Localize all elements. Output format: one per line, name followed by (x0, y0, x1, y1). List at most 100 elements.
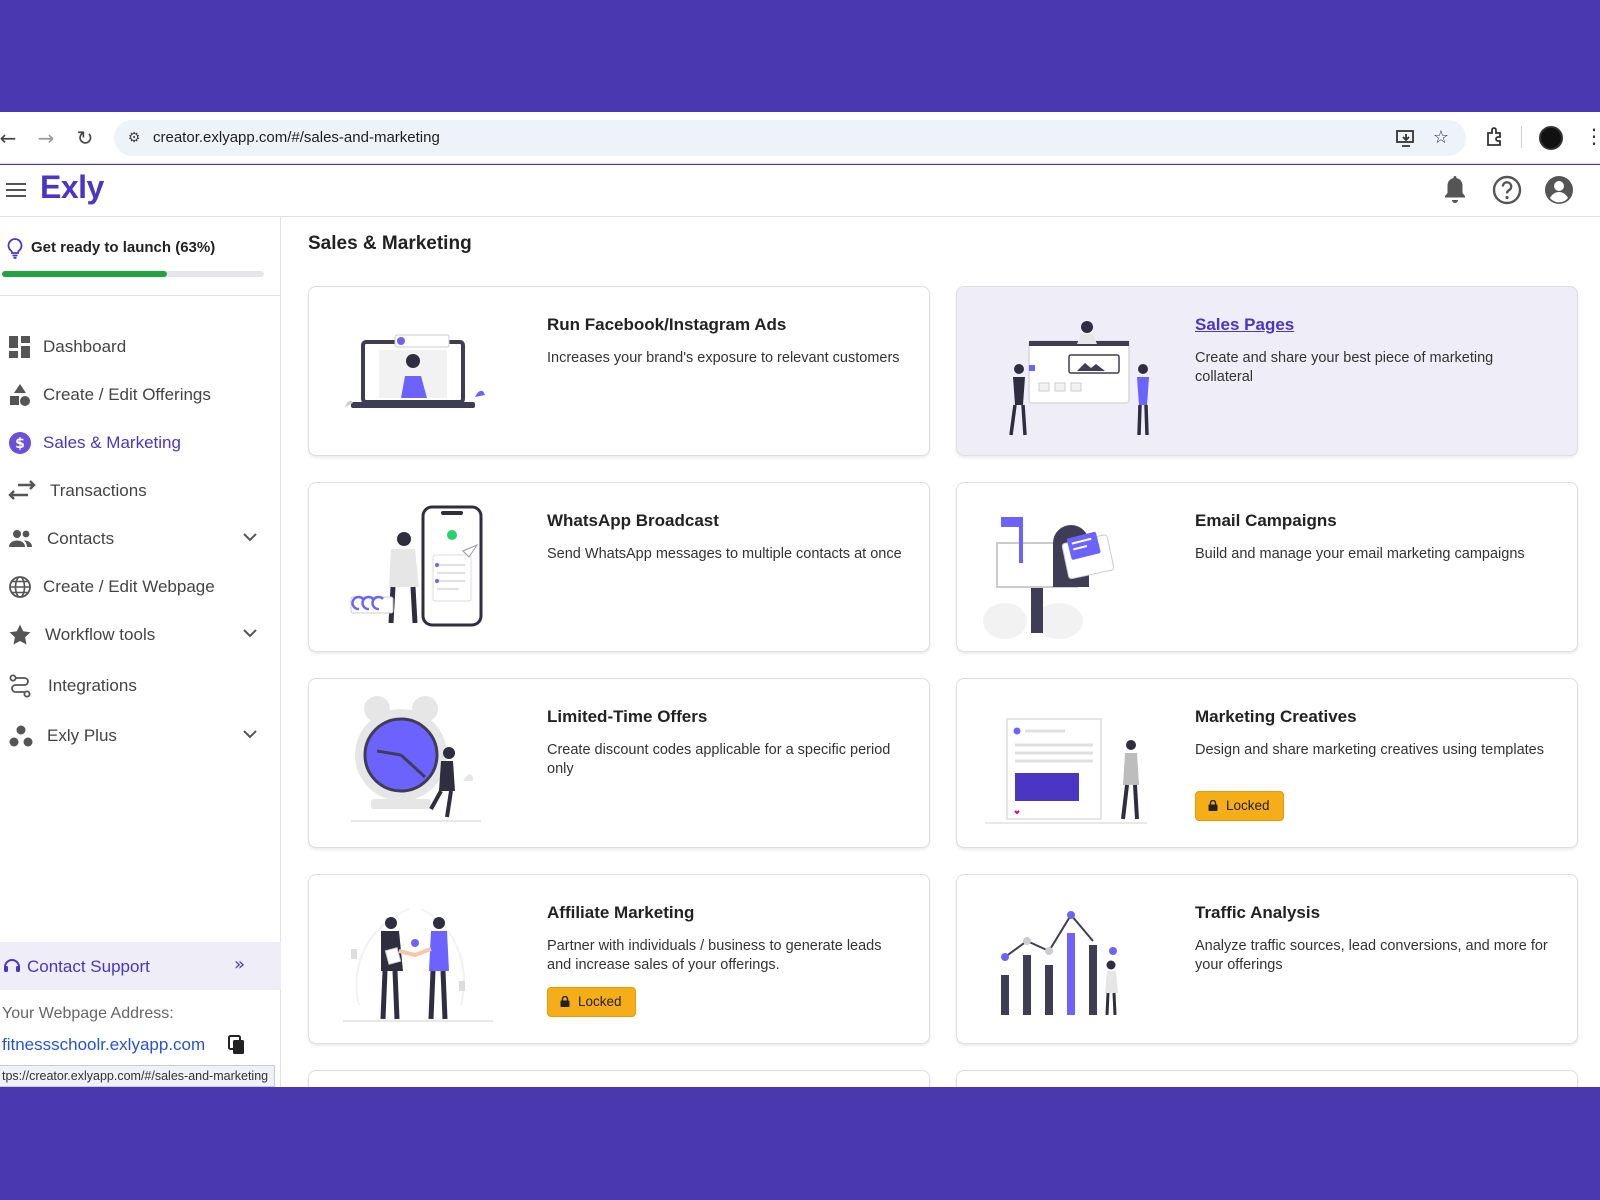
hamburger-menu-icon[interactable] (6, 183, 26, 199)
sidebar-item-label: Exly Plus (47, 726, 117, 745)
sidebar-item-label: Transactions (50, 481, 147, 500)
route-icon (9, 674, 31, 698)
card-description: Build and manage your email marketing ca… (1195, 546, 1525, 562)
mailbox-illustration (983, 517, 1115, 639)
double-chevron-right-icon: » (234, 954, 246, 975)
brand-logo[interactable]: Exly (40, 169, 104, 206)
card-marketing-creatives[interactable]: Marketing Creatives Design and share mar… (956, 678, 1578, 848)
extensions-icon[interactable] (1483, 125, 1507, 149)
chevron-down-icon[interactable] (242, 529, 258, 545)
locked-badge-label: Locked (1226, 798, 1270, 813)
handshake-illustration (343, 908, 493, 1022)
card-email-campaigns[interactable]: Email Campaigns Build and manage your em… (956, 482, 1578, 652)
card-traffic-analysis[interactable]: Traffic Analysis Analyze traffic sources… (956, 874, 1578, 1044)
card-title: Run Facebook/Instagram Ads (547, 315, 787, 334)
card-title: Limited-Time Offers (547, 707, 708, 726)
sidebar-item-label: Integrations (48, 676, 137, 695)
lock-icon (1208, 800, 1218, 811)
sidebar-item-webpage[interactable]: Create / Edit Webpage (0, 567, 281, 607)
copy-icon[interactable] (228, 1035, 246, 1055)
forward-arrow-icon[interactable]: → (34, 126, 58, 150)
account-avatar-icon[interactable] (1542, 173, 1576, 207)
swap-arrows-icon (8, 480, 36, 500)
card-sales-pages[interactable]: Sales Pages Create and share your best p… (956, 286, 1578, 456)
browser-profile-avatar[interactable] (1539, 126, 1563, 150)
page-title: Sales & Marketing (308, 233, 472, 254)
sidebar: Get ready to launch (63%) Dashboard Crea… (0, 217, 281, 1087)
lock-icon (560, 996, 570, 1007)
contact-support-label: Contact Support (27, 957, 150, 976)
phone-broadcast-illustration (350, 505, 483, 627)
bar-chart-illustration (1001, 911, 1118, 1016)
card-facebook-ads[interactable]: Run Facebook/Instagram Ads Increases you… (308, 286, 930, 456)
lightbulb-icon (7, 238, 23, 259)
address-bar[interactable]: ⚙ creator.exlyapp.com/#/sales-and-market… (114, 120, 1466, 156)
sidebar-item-exly-plus[interactable]: Exly Plus (0, 716, 281, 756)
link-status-bar: tps://creator.exlyapp.com/#/sales-and-ma… (0, 1065, 276, 1087)
sidebar-item-label: Workflow tools (45, 625, 156, 644)
card-description: Partner with individuals / business to g… (547, 938, 882, 973)
chevron-down-icon[interactable] (242, 625, 258, 641)
card-partial[interactable] (956, 1070, 1578, 1087)
card-limited-time-offers[interactable]: Limited-Time Offers Create discount code… (308, 678, 930, 848)
dots-cluster-icon (9, 725, 33, 747)
reload-icon[interactable]: ↻ (73, 126, 97, 150)
launch-label: Get ready to launch (63%) (31, 239, 216, 256)
dollar-icon: $ (9, 432, 31, 454)
dashboard-icon (9, 336, 30, 358)
toolbar-separator (1521, 126, 1522, 148)
shapes-icon (10, 384, 30, 406)
site-settings-icon[interactable]: ⚙ (124, 128, 144, 148)
sidebar-item-offerings[interactable]: Create / Edit Offerings (0, 375, 281, 415)
contact-support-button[interactable]: Contact Support » (0, 942, 281, 990)
sidebar-item-label: Contacts (47, 529, 115, 548)
sidebar-item-label: Create / Edit Offerings (43, 385, 211, 404)
card-description: Design and share marketing creatives usi… (1195, 742, 1544, 758)
browser-menu-icon[interactable]: ⋮ (1584, 124, 1600, 148)
sales-page-illustration (1009, 321, 1149, 436)
card-title-link[interactable]: Sales Pages (1195, 315, 1294, 335)
sidebar-item-contacts[interactable]: Contacts (0, 519, 281, 559)
card-description: Create and share your best piece of mark… (1195, 350, 1494, 385)
webpage-address-link[interactable]: fitnessschoolr.exlyapp.com (2, 1035, 210, 1055)
svg-text:$: $ (15, 436, 25, 452)
webpage-address-label: Your Webpage Address: (2, 1005, 174, 1022)
card-title: Email Campaigns (1195, 511, 1337, 530)
laptop-ad-illustration (345, 334, 485, 408)
globe-icon (9, 576, 31, 598)
card-description: Analyze traffic sources, lead conversion… (1195, 938, 1548, 973)
card-affiliate-marketing[interactable]: Affiliate Marketing Partner with individ… (308, 874, 930, 1044)
locked-badge: Locked (547, 987, 636, 1017)
notification-bell-icon[interactable] (1438, 173, 1472, 207)
sidebar-item-label: Create / Edit Webpage (43, 577, 215, 596)
card-title: WhatsApp Broadcast (547, 511, 719, 530)
locked-badge: Locked (1195, 791, 1284, 821)
bookmark-star-icon[interactable]: ☆ (1430, 127, 1452, 149)
card-title: Affiliate Marketing (547, 903, 695, 922)
card-title: Traffic Analysis (1195, 903, 1321, 922)
launch-progress-fill (2, 271, 168, 277)
address-url[interactable]: creator.exlyapp.com/#/sales-and-marketin… (153, 129, 440, 146)
card-title: Marketing Creatives (1195, 707, 1357, 726)
sidebar-item-transactions[interactable]: Transactions (0, 471, 281, 511)
browser-toolbar: ← → ↻ ⚙ creator.exlyapp.com/#/sales-and-… (0, 112, 1600, 164)
sidebar-item-workflow-tools[interactable]: Workflow tools (0, 615, 281, 655)
install-app-icon[interactable] (1395, 127, 1417, 149)
help-icon[interactable] (1490, 173, 1524, 207)
card-whatsapp-broadcast[interactable]: WhatsApp Broadcast Send WhatsApp message… (308, 482, 930, 652)
sidebar-item-label: Dashboard (43, 337, 127, 356)
card-description: Create discount codes applicable for a s… (547, 742, 891, 777)
locked-badge-label: Locked (578, 994, 622, 1009)
creative-poster-illustration (985, 718, 1147, 824)
headset-icon (4, 959, 20, 972)
sidebar-divider (0, 295, 281, 296)
sidebar-item-sales-marketing[interactable]: $ Sales & Marketing (0, 423, 281, 463)
clock-illustration (351, 696, 481, 822)
back-arrow-icon[interactable]: ← (0, 126, 20, 150)
card-partial[interactable] (308, 1070, 930, 1087)
star-icon (9, 624, 31, 645)
sidebar-item-integrations[interactable]: Integrations (0, 666, 281, 706)
chevron-down-icon[interactable] (242, 726, 258, 742)
app-window: Exly Get ready to launch (63%) Dashboard… (0, 165, 1600, 1087)
sidebar-item-dashboard[interactable]: Dashboard (0, 327, 281, 367)
